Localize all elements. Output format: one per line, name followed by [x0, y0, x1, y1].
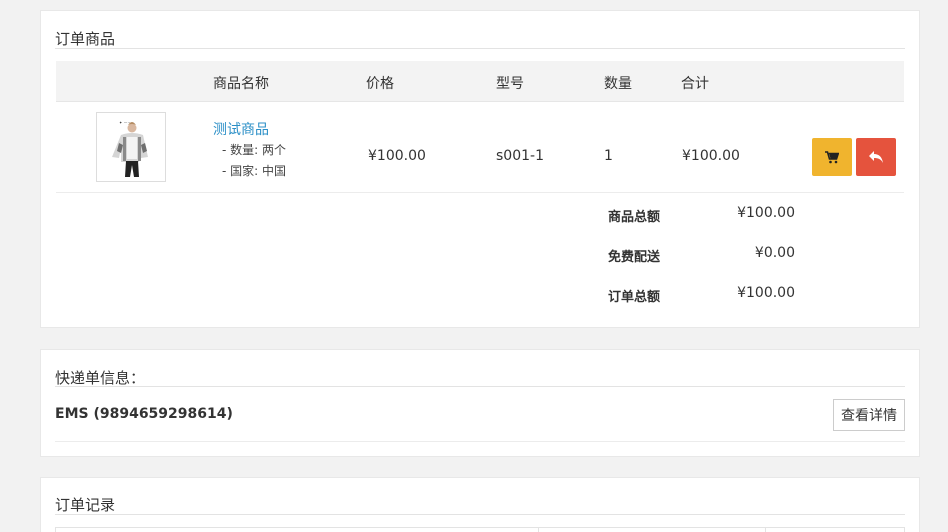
column-header-name: 商品名称 [213, 76, 269, 92]
product-total: ¥100.00 [682, 148, 740, 164]
column-header-total: 合计 [681, 76, 709, 92]
tracking-number: EMS (9894659298614) [55, 406, 233, 422]
product-model: s001-1 [496, 148, 544, 164]
shipping-label: 免费配送 [608, 250, 661, 265]
product-option-country: - 国家: 中国 [222, 164, 287, 178]
order-records-title: 订单记录 [55, 496, 116, 514]
add-to-cart-button[interactable] [812, 138, 852, 176]
shipping-info-title: 快递单信息： [55, 369, 146, 387]
order-total-value: ¥100.00 [737, 285, 795, 301]
shopping-cart-icon [825, 150, 839, 163]
title-divider [55, 48, 905, 49]
product-price: ¥100.00 [368, 148, 426, 164]
title-divider [55, 386, 905, 387]
svg-text:✦ ·····: ✦ ····· [119, 120, 130, 125]
order-total-label: 订单总额 [608, 290, 661, 305]
product-option-quantity: - 数量: 两个 [222, 143, 287, 157]
products-table-header: 商品名称 价格 型号 数量 合计 [56, 61, 904, 102]
order-records-panel: 订单记录 [40, 477, 920, 532]
column-header-quantity: 数量 [604, 76, 632, 92]
shipping-divider [55, 441, 905, 442]
table-column-divider [765, 528, 766, 532]
records-table [55, 527, 905, 532]
order-products-panel: 订单商品 商品名称 价格 型号 数量 合计 ✦ ····· 测试商品 - 数量:… [40, 10, 920, 328]
view-details-button[interactable]: 查看详情 [833, 399, 905, 431]
product-name-link[interactable]: 测试商品 [213, 119, 269, 139]
shipping-value: ¥0.00 [754, 245, 795, 261]
shipping-info-panel: 快递单信息： EMS (9894659298614) 查看详情 [40, 349, 920, 457]
order-products-title: 订单商品 [55, 30, 116, 48]
table-row: ✦ ····· 测试商品 - 数量: 两个 - 国家: 中国 ¥100.00 s… [56, 102, 904, 193]
table-column-divider [538, 528, 539, 532]
title-divider [55, 514, 905, 515]
reply-icon [869, 151, 883, 163]
product-thumbnail[interactable]: ✦ ····· [96, 112, 166, 182]
product-quantity: 1 [604, 148, 613, 164]
subtotal-label: 商品总额 [608, 210, 661, 225]
column-header-model: 型号 [496, 76, 524, 92]
subtotal-value: ¥100.00 [737, 205, 795, 221]
column-header-price: 价格 [366, 76, 394, 92]
return-button[interactable] [856, 138, 896, 176]
